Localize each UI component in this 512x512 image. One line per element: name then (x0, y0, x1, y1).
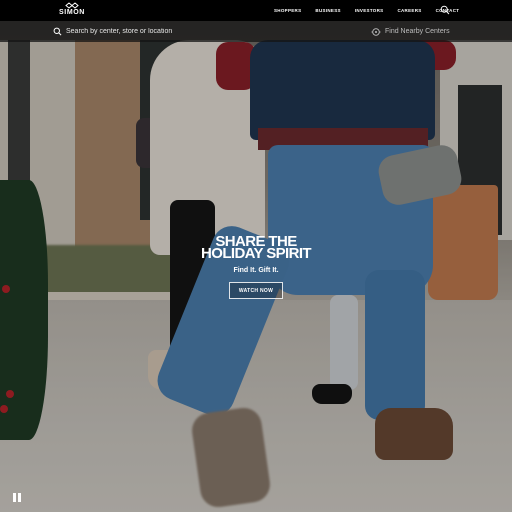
search-bar: Find Nearby Centers (0, 21, 512, 42)
hero-content: SHARE THE HOLIDAY SPIRIT Find It. Gift I… (0, 233, 512, 299)
find-nearby-centers-label: Find Nearby Centers (385, 28, 450, 35)
pause-icon[interactable] (13, 493, 21, 502)
find-nearby-centers-button[interactable]: Find Nearby Centers (371, 26, 450, 37)
search-icon[interactable] (440, 5, 450, 15)
simon-logo[interactable]: SIMON (54, 2, 90, 19)
hero-tagline: Find It. Gift It. (233, 267, 279, 274)
nav-business[interactable]: BUSINESS (315, 8, 340, 13)
location-search-input[interactable] (66, 24, 346, 39)
simon-logo-icon (65, 2, 79, 9)
top-navigation: SIMON SHOPPERS BUSINESS INVESTORS CAREER… (0, 0, 512, 21)
search-icon (53, 27, 62, 36)
nav-careers[interactable]: CAREERS (397, 8, 421, 13)
hero-headline: SHARE THE HOLIDAY SPIRIT (201, 233, 312, 262)
location-target-icon (371, 27, 381, 36)
watch-now-button[interactable]: WATCH NOW (229, 282, 283, 299)
nav-investors[interactable]: INVESTORS (355, 8, 384, 13)
pause-bar (18, 493, 21, 502)
logo-text: SIMON (59, 9, 85, 16)
nav-shoppers[interactable]: SHOPPERS (274, 8, 301, 13)
pause-bar (13, 493, 16, 502)
